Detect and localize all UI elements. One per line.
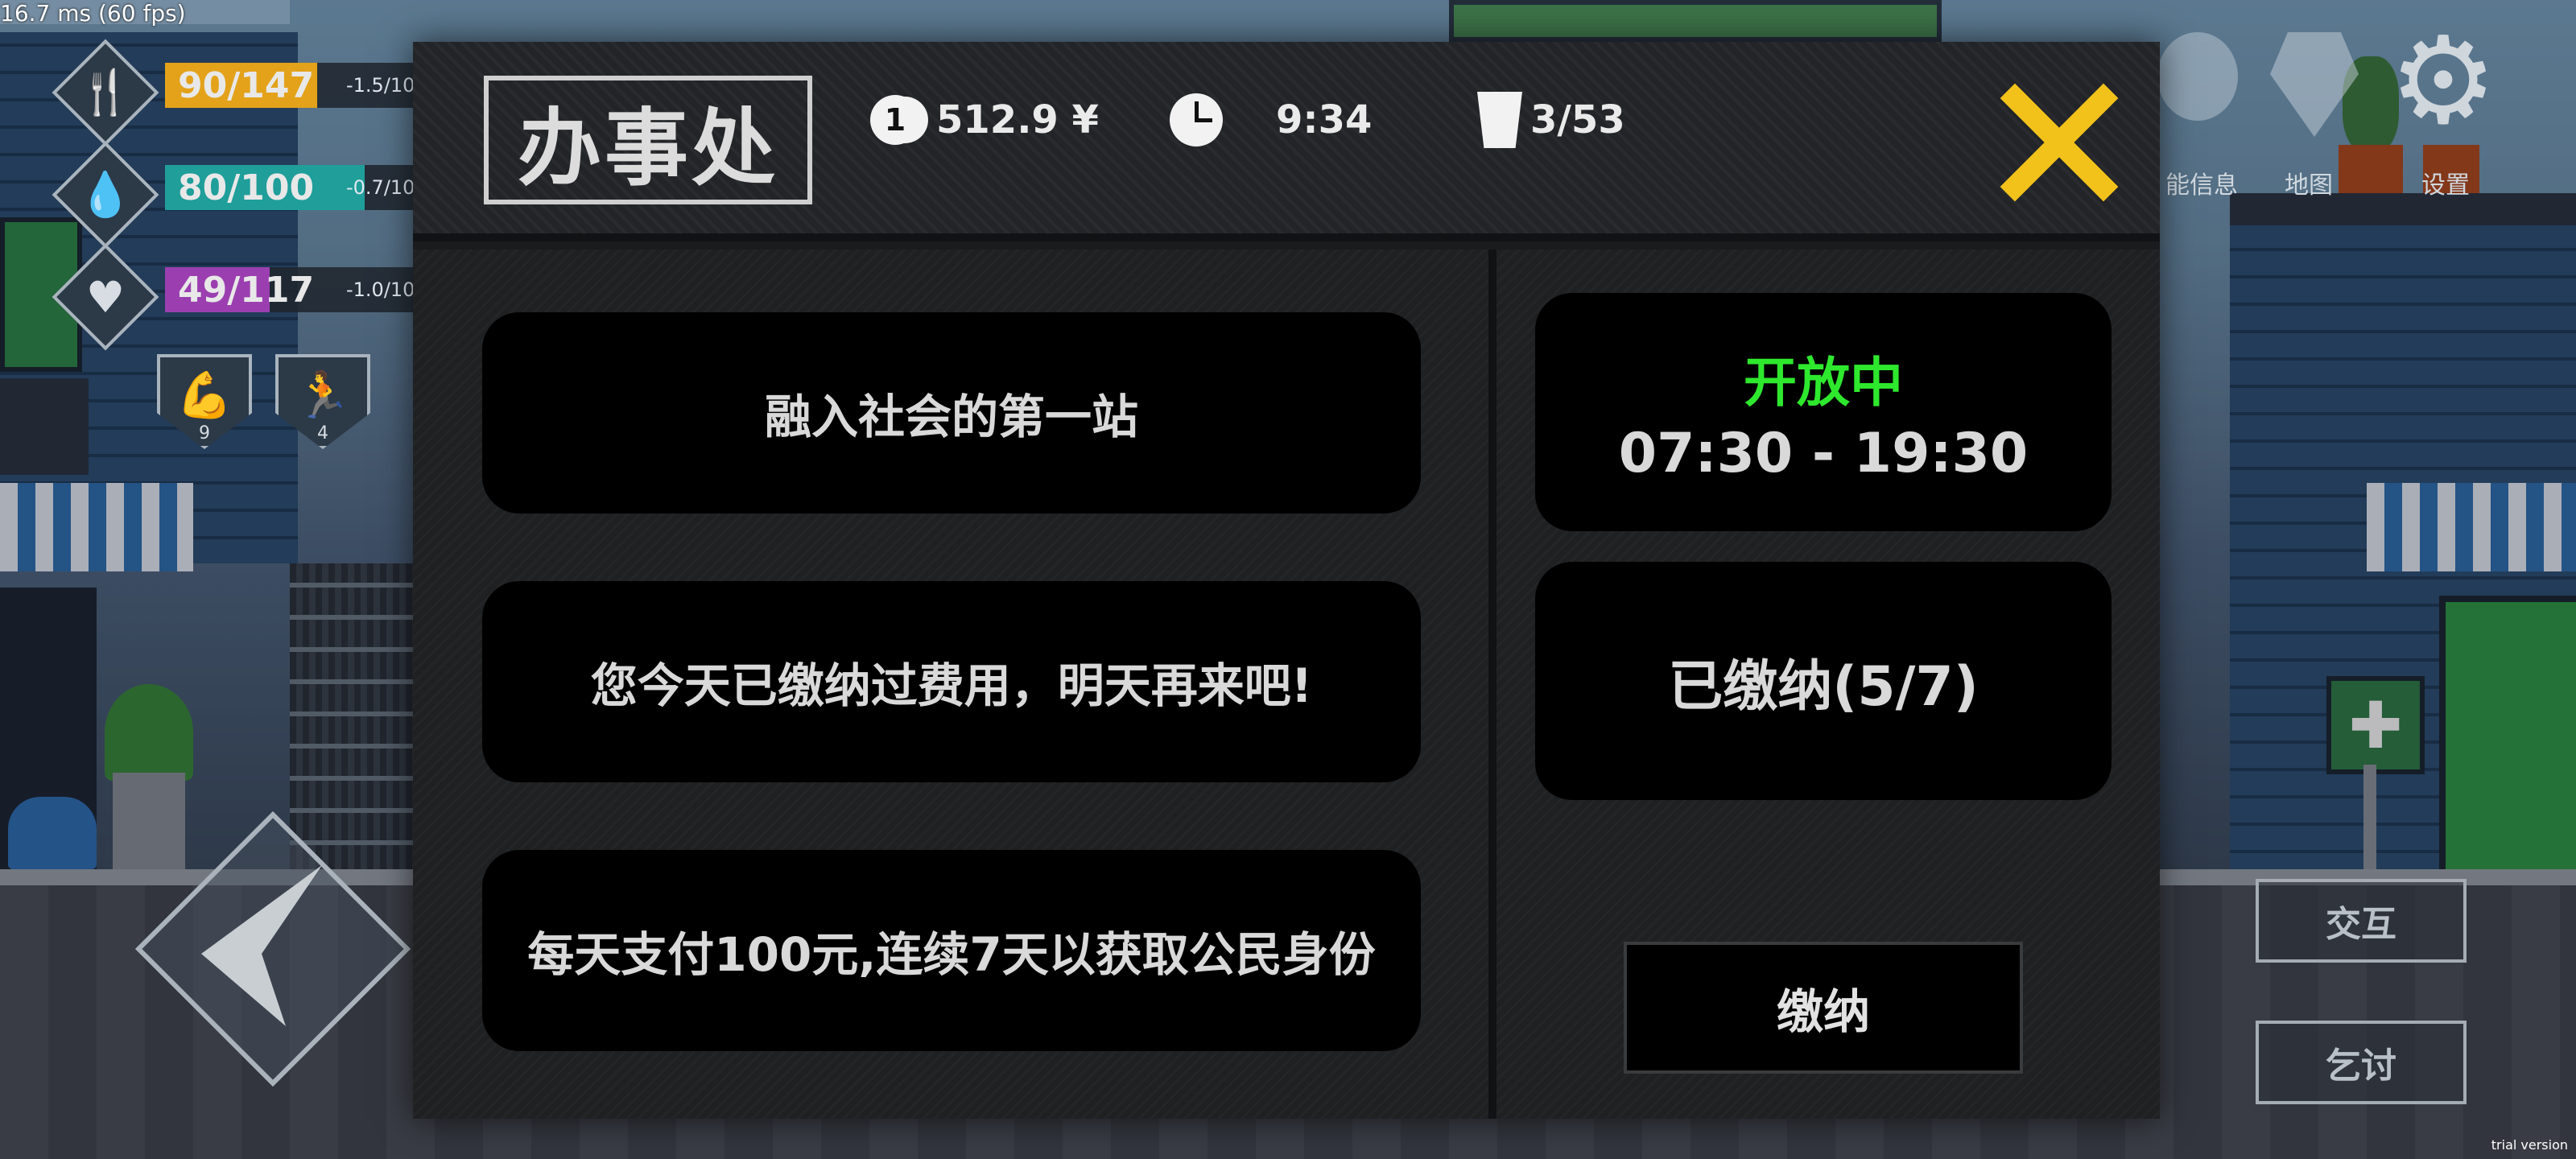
capacity-display: 3/53 xyxy=(1477,92,1625,148)
trash-can-icon xyxy=(1477,92,1522,148)
info-text: 您今天已缴纳过费用，明天再来吧! xyxy=(590,658,1313,713)
coin-icon: 1 xyxy=(870,95,920,145)
info-panel: 您今天已缴纳过费用，明天再来吧! xyxy=(482,581,1421,782)
muscle-icon: 💪 xyxy=(176,369,233,422)
paid-progress: 已缴纳(5/7) xyxy=(1668,654,1979,719)
thirst-rate: -0.7/10 xyxy=(346,176,415,199)
clock-icon xyxy=(1170,93,1223,146)
paid-progress-panel: 已缴纳(5/7) xyxy=(1535,562,2112,800)
health-value: 49/117 xyxy=(178,269,315,311)
info-panel: 每天支付100元,连续7天以获取公民身份 xyxy=(482,850,1421,1051)
hunger-rate: -1.5/10 xyxy=(346,74,415,97)
character-info-icon[interactable] xyxy=(2157,32,2238,121)
heartbeat-icon: ♥ xyxy=(85,271,126,323)
time-display: 9:34 xyxy=(1170,92,1372,148)
settings-label: 设置 xyxy=(2421,171,2470,200)
time-value: 9:34 xyxy=(1276,97,1373,142)
hunger-value: 90/147 xyxy=(178,64,315,106)
capacity-value: 3/53 xyxy=(1530,97,1625,142)
beg-button[interactable]: 乞讨 xyxy=(2256,1021,2467,1104)
money-display: 1 512.9 ¥ xyxy=(870,92,1099,148)
column-divider xyxy=(1488,250,1496,1119)
dialog-body: 融入社会的第一站 您今天已缴纳过费用，明天再来吧! 每天支付100元,连续7天以… xyxy=(413,250,2160,1119)
status-panel: 开放中 07:30 - 19:30 xyxy=(1535,293,2112,531)
info-panel: 融入社会的第一站 xyxy=(482,312,1421,514)
info-text: 每天支付100元,连续7天以获取公民身份 xyxy=(527,927,1376,982)
info-text: 融入社会的第一站 xyxy=(764,390,1138,444)
open-status: 开放中 xyxy=(1744,351,1903,414)
gear-icon[interactable]: ⚙ xyxy=(2389,21,2497,142)
running-icon: 🏃 xyxy=(295,369,351,422)
fork-knife-icon: 🍴 xyxy=(78,67,133,118)
thirst-value: 80/100 xyxy=(178,167,315,208)
dialog-header: 办事处 1 512.9 ¥ 9:34 3/53 xyxy=(413,42,2160,241)
opening-hours: 07:30 - 19:30 xyxy=(1618,421,2029,485)
office-dialog: 办事处 1 512.9 ¥ 9:34 3/53 融入社会的第一站 您今天已缴纳过… xyxy=(413,42,2160,1119)
interact-button[interactable]: 交互 xyxy=(2256,879,2467,963)
character-info-label: 能信息 xyxy=(2165,171,2238,200)
close-icon[interactable] xyxy=(1999,82,2120,203)
pay-button[interactable]: 缴纳 xyxy=(1624,942,2023,1074)
trial-watermark: trial version xyxy=(2491,1137,2568,1153)
water-drop-icon: 💧 xyxy=(78,169,133,220)
fps-counter: 16.7 ms (60 fps) xyxy=(0,0,186,27)
health-rate: -1.0/10 xyxy=(346,278,415,301)
dialog-title: 办事处 xyxy=(484,76,812,204)
map-label: 地图 xyxy=(2285,171,2333,200)
money-value: 512.9 ¥ xyxy=(936,97,1099,142)
